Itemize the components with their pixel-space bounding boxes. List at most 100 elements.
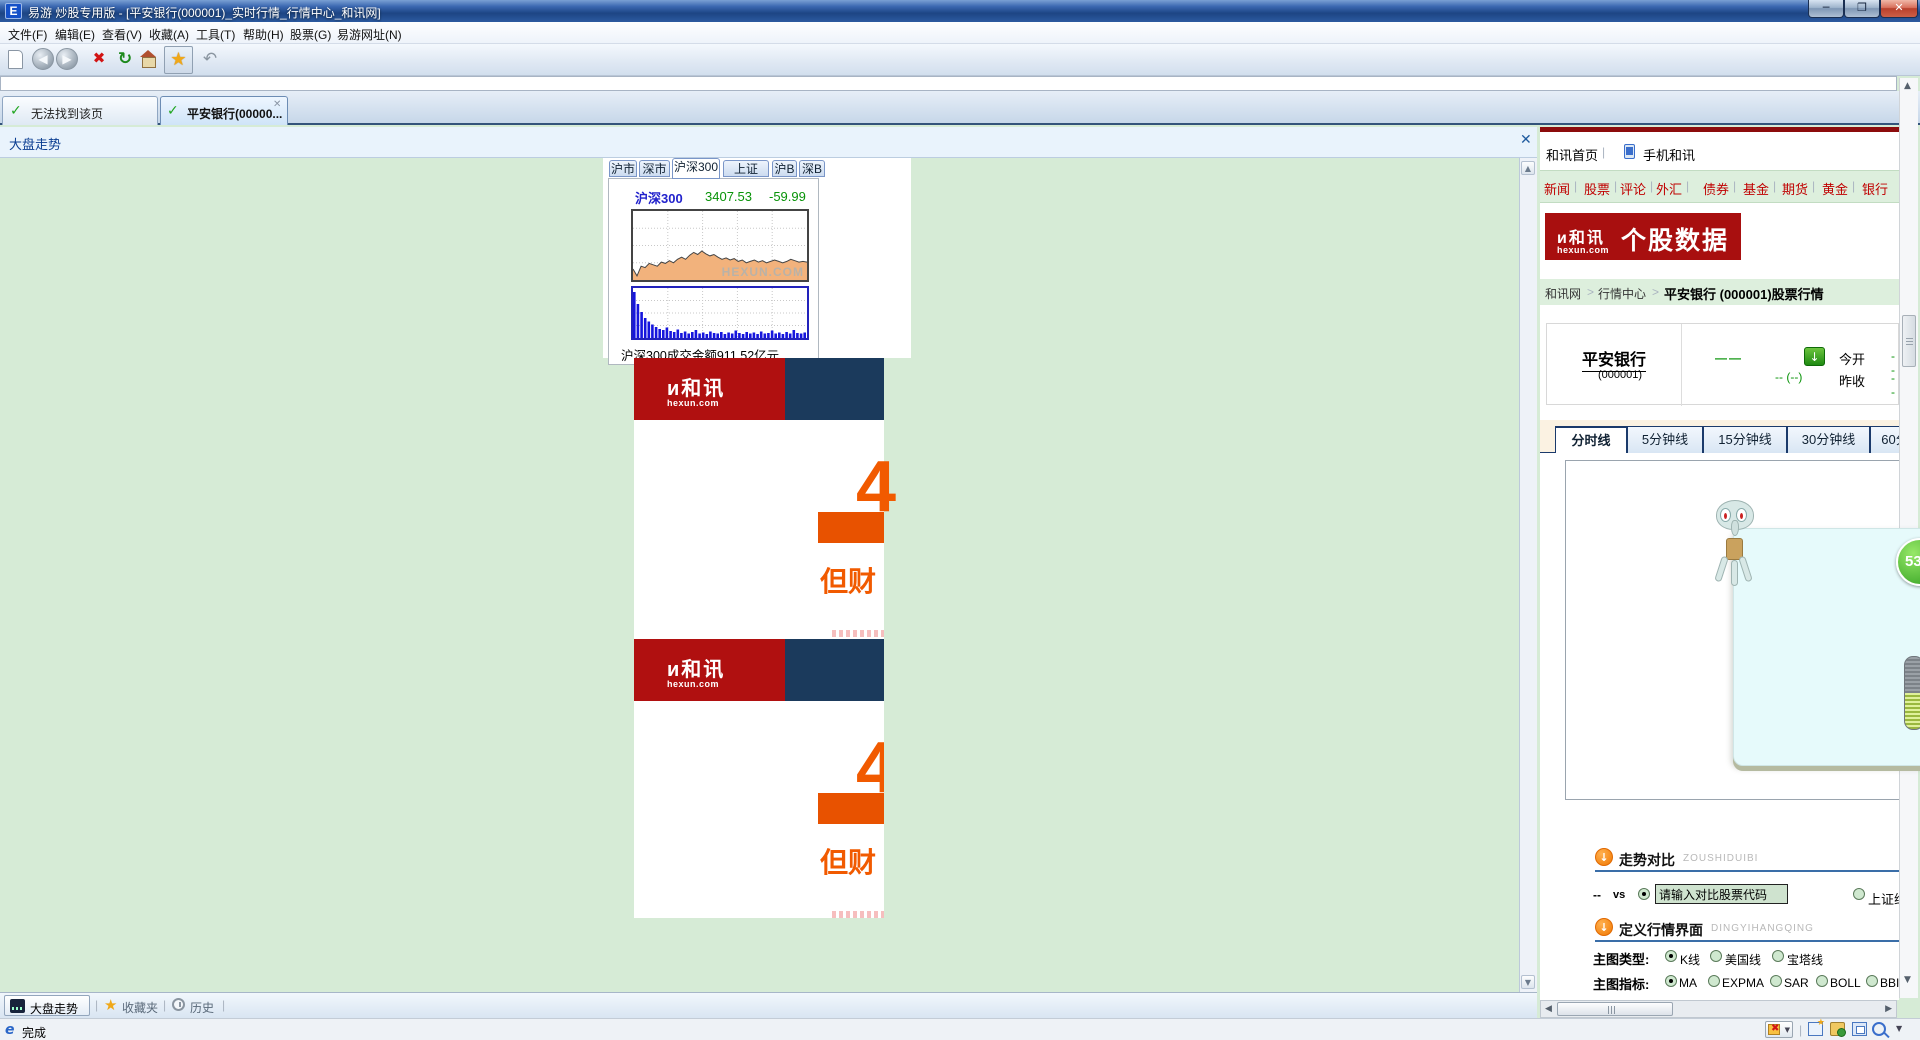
tab-pingan-bank[interactable]: ✓ 平安银行(00000... ✕ <box>160 96 288 125</box>
scroll-down-icon[interactable]: ▼ <box>1904 975 1911 985</box>
radio-boll[interactable] <box>1816 975 1828 987</box>
menu-fav[interactable]: 收藏(A) <box>149 26 189 43</box>
scroll-left-icon[interactable]: ◀ <box>1545 1004 1552 1014</box>
nav-funds[interactable]: 基金 <box>1743 179 1769 198</box>
opt-usline[interactable]: 美国线 <box>1725 951 1761 968</box>
compare-option-label[interactable]: 上证综指 <box>1868 889 1899 908</box>
desktop-widget-panel[interactable] <box>1733 528 1920 766</box>
define-title: 定义行情界面 <box>1619 922 1703 938</box>
zoom-dropdown-icon[interactable]: ▼ <box>1896 1024 1902 1033</box>
tab-label[interactable]: 平安银行(00000... <box>187 105 282 122</box>
nav-bank[interactable]: 银行 <box>1862 179 1888 198</box>
radio-pagoda[interactable] <box>1772 950 1784 962</box>
hscroll-thumb[interactable] <box>1557 1002 1673 1016</box>
cascade-windows-icon[interactable] <box>1852 1022 1867 1036</box>
menu-file[interactable]: 文件(F) <box>8 26 47 43</box>
nav-gold[interactable]: 黄金 <box>1822 179 1848 198</box>
nav-forex[interactable]: 外汇 <box>1656 179 1682 198</box>
menu-stock[interactable]: 股票(G) <box>290 26 331 43</box>
popup-tab-sse180[interactable]: 上证180 <box>723 160 769 192</box>
opt-kline[interactable]: K线 <box>1680 951 1700 968</box>
menu-view[interactable]: 查看(V) <box>102 26 142 43</box>
opt-boll[interactable]: BOLL <box>1830 976 1861 990</box>
left-pane-scrollbar[interactable]: ▲ ▼ <box>1519 158 1537 992</box>
menu-edit[interactable]: 编辑(E) <box>55 26 95 43</box>
window-title: 易游 炒股专用版 - [平安银行(000001)_实时行情_行情中心_和讯网] <box>28 6 381 20</box>
tab-page-not-found[interactable]: ✓ 无法找到该页 <box>2 96 158 125</box>
popup-tab-shen-b[interactable]: 深B <box>799 160 825 177</box>
opt-ma[interactable]: MA <box>1679 976 1697 990</box>
popup-body: 沪深300 3407.53 -59.99 HEXUN.COM 沪深300成交金额… <box>608 178 819 365</box>
opt-pagoda[interactable]: 宝塔线 <box>1787 951 1823 968</box>
close-button[interactable]: ✕ <box>1880 0 1918 18</box>
nav-bonds[interactable]: 债券 <box>1703 179 1729 198</box>
radio-ma[interactable] <box>1665 975 1677 987</box>
opt-expma[interactable]: EXPMA <box>1722 976 1764 990</box>
history-label[interactable]: 历史 <box>190 999 214 1016</box>
favorites-label[interactable]: 收藏夹 <box>122 999 158 1016</box>
radio-bbi[interactable] <box>1866 975 1878 987</box>
radio-expma[interactable] <box>1708 975 1720 987</box>
bottom-toolbar: 大盘走势 | ★ 收藏夹 | 历史 | <box>0 992 1537 1018</box>
tab-close-icon[interactable]: ✕ <box>273 99 281 110</box>
favorites-button[interactable]: ★ <box>164 46 193 74</box>
hexun-ad-1[interactable]: и和讯 hexun.com 4 但财 <box>634 358 896 639</box>
new-page-icon[interactable] <box>8 50 23 69</box>
compare-code-input[interactable] <box>1655 884 1788 904</box>
scroll-up-icon[interactable]: ▲ <box>1904 81 1911 91</box>
hexun-mobile-link[interactable]: 手机和讯 <box>1643 145 1695 164</box>
compare-radio-szzz[interactable] <box>1853 888 1865 900</box>
mascot-character[interactable] <box>1708 500 1760 596</box>
hexun-ad-2[interactable]: и和讯 hexun.com 4 但财 <box>634 639 884 918</box>
hexun-watermark: HEXUN.COM <box>721 265 804 279</box>
nav-futures[interactable]: 期货 <box>1782 179 1808 198</box>
menu-tools[interactable]: 工具(T) <box>196 26 235 43</box>
intranet-icon[interactable] <box>1830 1022 1846 1037</box>
popup-tab-hs300[interactable]: 沪深300 <box>672 158 720 179</box>
nav-news[interactable]: 新闻 <box>1544 179 1570 198</box>
left-pane-close-icon[interactable]: ✕ <box>1520 132 1532 148</box>
home-button[interactable] <box>140 50 156 69</box>
crumb-center[interactable]: 行情中心 <box>1598 285 1646 302</box>
stop-button[interactable]: ✖ <box>86 47 112 73</box>
chart-tab-5min[interactable]: 5分钟线 <box>1627 426 1703 453</box>
new-window-icon[interactable]: ★ <box>1808 1018 1825 1036</box>
opt-sar[interactable]: SAR <box>1784 976 1809 990</box>
undo-button[interactable]: ↶ <box>197 47 223 73</box>
zoom-level-icon[interactable] <box>1872 1022 1886 1036</box>
chart-tab-30min[interactable]: 30分钟线 <box>1787 426 1870 453</box>
opt-bbi[interactable]: BBI <box>1880 976 1899 990</box>
scroll-up-icon[interactable]: ▲ <box>1521 161 1535 175</box>
secondary-address-strip[interactable] <box>0 76 1897 91</box>
menu-sites[interactable]: 易游网址(N) <box>337 26 402 43</box>
nav-comment[interactable]: 评论 <box>1620 179 1646 198</box>
scroll-down-icon[interactable]: ▼ <box>1521 975 1535 989</box>
refresh-button[interactable]: ↻ <box>112 47 138 73</box>
crumb-hexun[interactable]: 和讯网 <box>1545 285 1581 302</box>
chart-tab-60min[interactable]: 60分 <box>1870 426 1899 453</box>
radio-sar[interactable] <box>1770 975 1782 987</box>
forward-button[interactable]: ▶ <box>56 48 78 70</box>
hexun-home-link[interactable]: 和讯首页 <box>1546 145 1598 164</box>
radio-usline[interactable] <box>1710 950 1722 962</box>
widget-slider[interactable] <box>1904 656 1920 730</box>
compare-radio-code[interactable] <box>1638 888 1650 900</box>
minimize-button[interactable]: ─ <box>1808 0 1844 18</box>
market-trend-button[interactable]: 大盘走势 <box>4 995 90 1016</box>
popup-blocker-button[interactable]: ✖ ▼ <box>1765 1021 1793 1038</box>
nav-stock[interactable]: 股票 <box>1584 179 1610 198</box>
chart-tab-15min[interactable]: 15分钟线 <box>1703 426 1787 453</box>
chart-tab-realtime[interactable]: 分时线 <box>1555 426 1627 453</box>
vscroll-thumb[interactable] <box>1902 315 1916 367</box>
back-button[interactable]: ◀ <box>32 48 54 70</box>
restore-button[interactable]: ❐ <box>1844 0 1880 18</box>
popup-tab-shenzhen[interactable]: 深市 <box>639 160 670 177</box>
radio-kline[interactable] <box>1665 950 1677 962</box>
popup-tab-shanghai[interactable]: 沪市 <box>609 160 637 177</box>
hexun-hscrollbar[interactable]: ◀ ▶ <box>1540 1000 1897 1018</box>
menu-help[interactable]: 帮助(H) <box>243 26 284 43</box>
ie-icon: e <box>5 1022 15 1038</box>
scroll-right-icon[interactable]: ▶ <box>1885 1004 1892 1014</box>
tab-label[interactable]: 无法找到该页 <box>31 105 103 122</box>
popup-tab-hu-b[interactable]: 沪B <box>772 160 797 177</box>
